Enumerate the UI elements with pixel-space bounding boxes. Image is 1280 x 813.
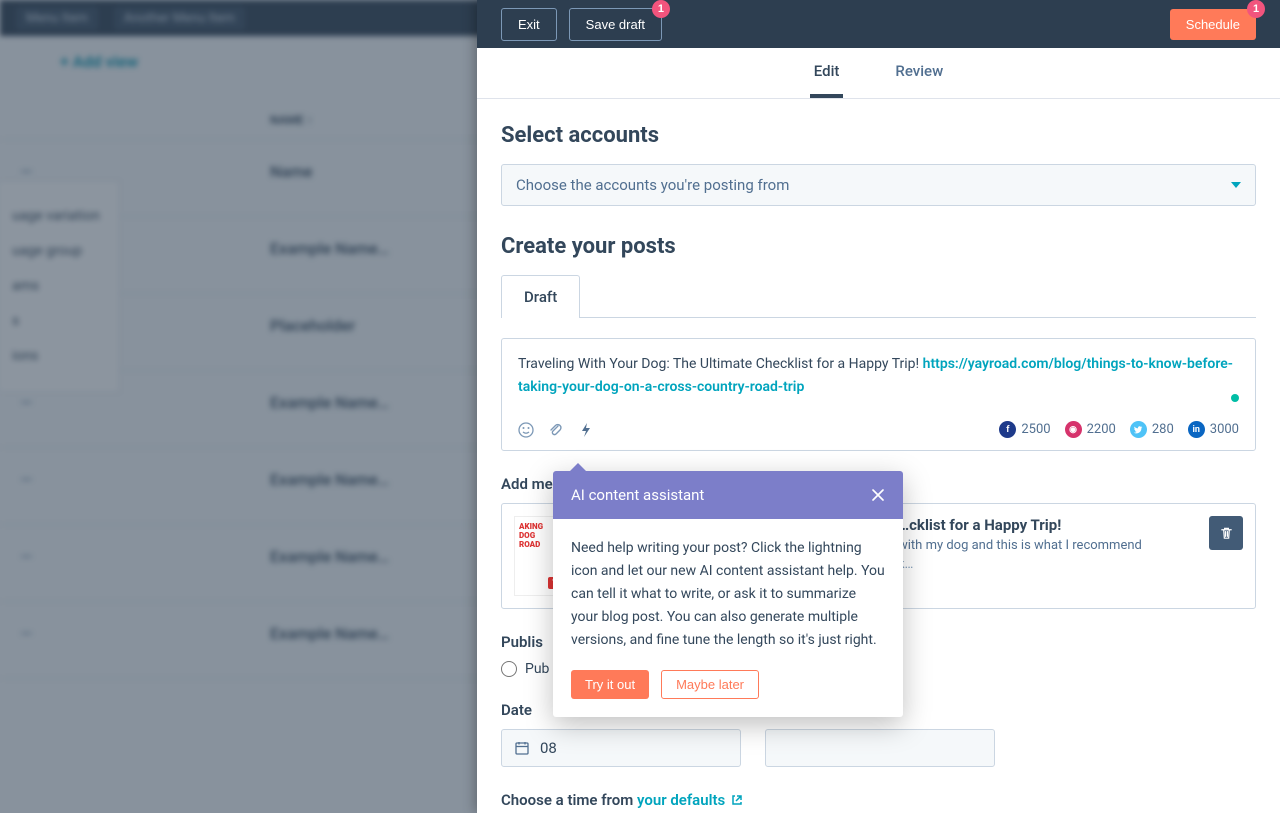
try-it-button[interactable]: Try it out xyxy=(571,670,649,699)
composer-toolbar: f 2500 ◉ 2200 280 in xyxy=(502,413,1255,450)
emoji-icon[interactable] xyxy=(518,422,534,438)
instagram-count: ◉ 2200 xyxy=(1065,421,1116,438)
close-icon xyxy=(871,488,885,502)
instagram-icon: ◉ xyxy=(1065,421,1082,438)
popover-header: AI content assistant xyxy=(553,471,903,519)
linkedin-icon: in xyxy=(1188,421,1205,438)
maybe-later-button[interactable]: Maybe later xyxy=(661,670,759,699)
popover-body: Need help writing your post? Click the l… xyxy=(553,519,903,670)
linkedin-count: in 3000 xyxy=(1188,421,1239,438)
save-draft-button[interactable]: Save draft 1 xyxy=(569,8,662,41)
composer-text-area[interactable]: Traveling With Your Dog: The Ultimate Ch… xyxy=(502,339,1255,413)
defaults-link[interactable]: your defaults xyxy=(637,791,743,809)
media-link: k… xyxy=(898,557,1243,572)
composer-text: Traveling With Your Dog: The Ultimate Ch… xyxy=(518,356,923,372)
select-accounts-title: Select accounts xyxy=(501,123,1256,148)
save-draft-badge: 1 xyxy=(652,0,670,18)
schedule-button[interactable]: Schedule 1 xyxy=(1170,9,1256,40)
schedule-label: Schedule xyxy=(1186,17,1240,32)
date-value: 08 xyxy=(540,739,557,757)
calendar-icon xyxy=(514,740,530,756)
post-composer: Traveling With Your Dog: The Ultimate Ch… xyxy=(501,338,1256,451)
accounts-placeholder: Choose the accounts you're posting from xyxy=(516,176,789,194)
time-picker[interactable] xyxy=(765,729,995,767)
publish-radio-label: Pub xyxy=(525,661,549,677)
popover-title: AI content assistant xyxy=(571,486,704,504)
twitter-count: 280 xyxy=(1130,421,1174,438)
facebook-count: f 2500 xyxy=(999,421,1050,438)
tab-draft[interactable]: Draft xyxy=(501,275,580,318)
defaults-prefix: Choose a time from xyxy=(501,791,637,809)
media-title: …cklist for a Happy Trip! xyxy=(898,516,1243,534)
ai-lightning-icon[interactable] xyxy=(578,422,594,438)
trash-icon xyxy=(1219,526,1234,541)
tab-review[interactable]: Review xyxy=(891,48,947,98)
media-description: with my dog and this is what I recommend xyxy=(898,538,1243,553)
post-tabs: Draft xyxy=(501,275,1256,318)
panel-header: Exit Save draft 1 Schedule 1 xyxy=(477,0,1280,48)
popover-close-button[interactable] xyxy=(871,488,885,502)
panel-tabs: Edit Review xyxy=(477,48,1280,99)
ai-assistant-popover: AI content assistant Need help writing y… xyxy=(553,471,903,717)
publish-radio[interactable] xyxy=(501,661,517,677)
date-picker[interactable]: 08 xyxy=(501,729,741,767)
exit-button[interactable]: Exit xyxy=(501,8,557,41)
create-posts-title: Create your posts xyxy=(501,234,1256,259)
tab-edit[interactable]: Edit xyxy=(810,48,844,98)
delete-media-button[interactable] xyxy=(1209,516,1243,550)
accounts-dropdown[interactable]: Choose the accounts you're posting from xyxy=(501,164,1256,206)
schedule-badge: 1 xyxy=(1247,0,1265,18)
attachment-icon[interactable] xyxy=(548,422,564,438)
facebook-icon: f xyxy=(999,421,1016,438)
external-link-icon xyxy=(731,794,743,806)
twitter-icon xyxy=(1130,421,1147,438)
chevron-down-icon xyxy=(1231,182,1241,188)
save-draft-label: Save draft xyxy=(586,17,645,32)
